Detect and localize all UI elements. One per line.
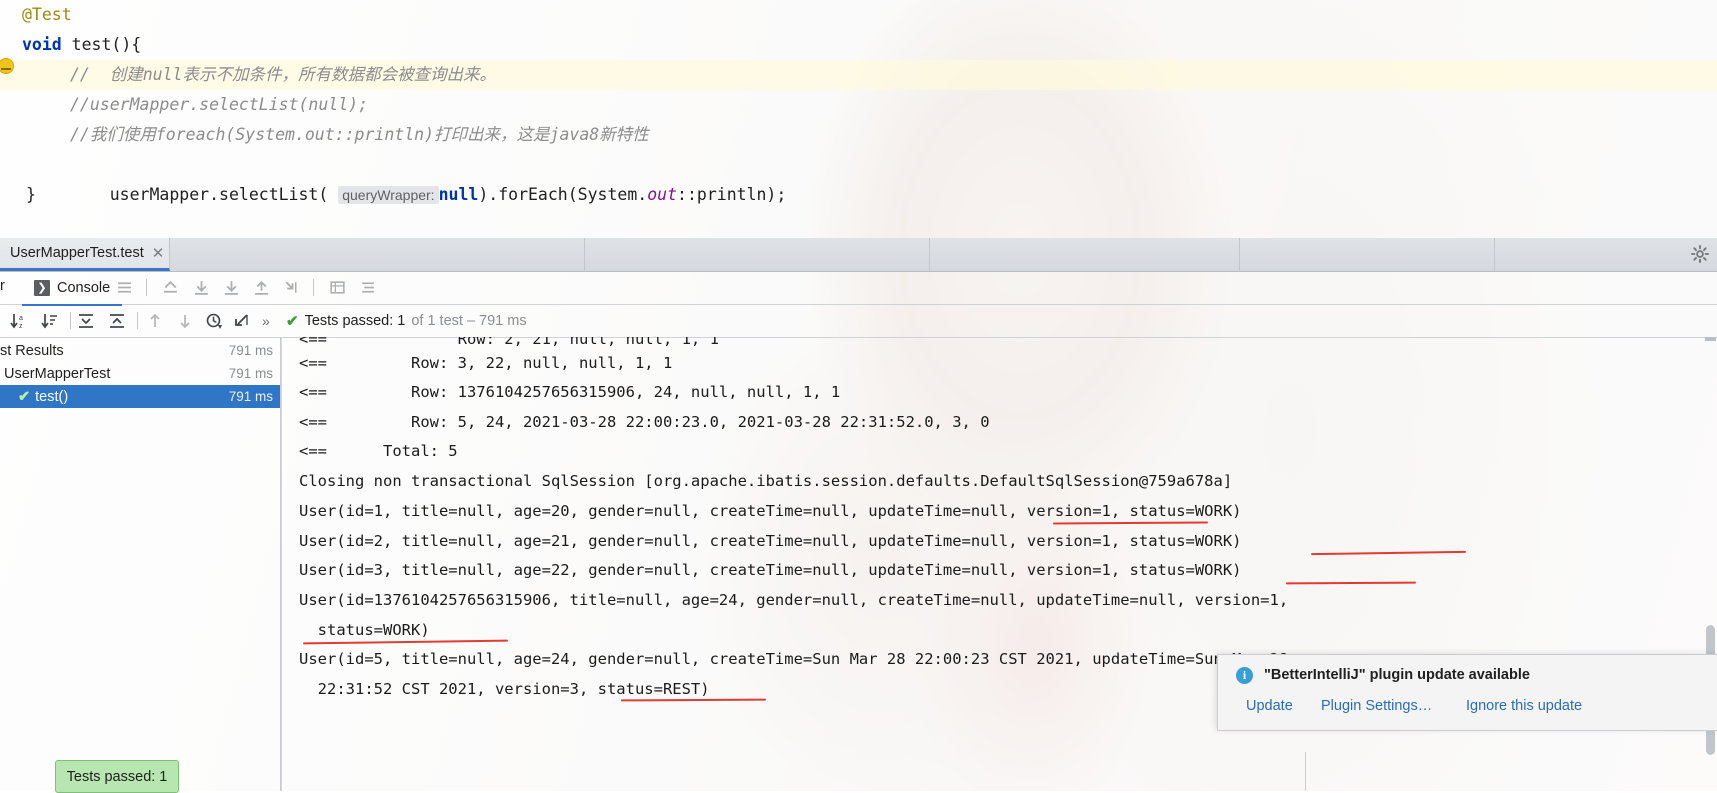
code-token: //我们使用foreach(System.out::println)打印出来，这… — [70, 125, 649, 144]
run-tab-strip: UserMapperTest.test ✕ — [0, 238, 1717, 272]
test-passed-check-icon: ✔ — [18, 388, 31, 405]
console-line: User(id=5, title=null, age=24, gender=nu… — [299, 650, 1289, 668]
notification-link-plugin-settings[interactable]: Plugin Settings… — [1321, 698, 1432, 714]
export-test-results-icon[interactable] — [233, 312, 251, 330]
sort-by-duration-icon[interactable] — [41, 312, 59, 330]
wrap-text-icon[interactable] — [116, 279, 133, 296]
editor-line[interactable]: // 创建null表示不加条件，所有数据都会被查询出来。 — [70, 60, 496, 90]
test-status-line: ✔ Tests passed: 1 of 1 test – 791 ms — [286, 312, 527, 330]
run-tab-slot-4[interactable] — [930, 238, 1240, 271]
toolbar-overflow-chevron[interactable]: » — [262, 313, 270, 329]
test-status-detail: of 1 test – 791 ms — [411, 313, 527, 329]
code-token: @Test — [22, 5, 72, 24]
check-icon: ✔ — [286, 313, 299, 330]
run-to-cursor-icon[interactable] — [283, 279, 300, 296]
notification-link-update[interactable]: Update — [1246, 698, 1293, 714]
console-line: User(id=3, title=null, age=22, gender=nu… — [299, 561, 1242, 579]
console-left-border — [281, 337, 282, 791]
step-into-icon[interactable] — [223, 279, 240, 296]
tree-row-duration: 791 ms — [228, 366, 273, 381]
editor-line[interactable]: void test(){ — [22, 30, 141, 60]
run-config-tab-label: UserMapperTest.test — [10, 245, 144, 261]
code-token: (){ — [111, 35, 142, 54]
editor-call-line[interactable]: userMapper.selectList( queryWrapper: null… — [70, 150, 786, 240]
step-down-icon[interactable] — [193, 279, 210, 296]
test-toolbar-separator-2 — [137, 312, 138, 329]
tab-console-label: Console — [57, 279, 111, 296]
expand-all-icon[interactable] — [77, 312, 95, 330]
table-view-icon[interactable] — [329, 279, 346, 296]
console-line: <== Row: 1376104257656315906, 24, null, … — [299, 383, 841, 401]
svg-text:z: z — [19, 323, 23, 330]
tree-row[interactable]: st Results 791 ms — [0, 339, 280, 362]
test-results-tree[interactable]: st Results 791 ms UserMapperTest 791 ms ✔ tes… — [0, 337, 281, 791]
status-bar-divider — [1305, 752, 1306, 791]
editor-line[interactable]: //我们使用foreach(System.out::println)打印出来，这… — [70, 120, 649, 150]
soft-wrap-icon[interactable] — [359, 279, 376, 296]
code-token: //userMapper.selectList(null); — [70, 95, 369, 114]
step-out-icon[interactable] — [253, 279, 270, 296]
editor-line[interactable]: @Test — [22, 0, 72, 30]
code-token: void — [22, 35, 72, 54]
code-token: test — [71, 35, 112, 54]
parameter-hint: queryWrapper: — [338, 186, 439, 204]
svg-text:a: a — [19, 315, 23, 322]
system-out-field: out — [647, 185, 678, 204]
run-tab-slot-2[interactable] — [170, 238, 585, 271]
console-line: Closing non transactional SqlSession [or… — [299, 472, 1233, 490]
code-token: } — [26, 185, 36, 204]
test-status-text: Tests passed: 1 — [304, 313, 406, 329]
call-suffix: ).forEach(System. — [478, 185, 648, 204]
console-toolbar: r ❯ Console — [0, 271, 1717, 306]
test-toolbar-separator — [70, 312, 71, 329]
tree-row-label: ✔ test() — [18, 388, 69, 405]
null-literal: null — [438, 185, 479, 204]
red-underline-3 — [1285, 581, 1417, 585]
gear-icon[interactable] — [1691, 245, 1709, 263]
tree-row-label: st Results — [0, 342, 64, 359]
collapse-all-icon[interactable] — [108, 312, 126, 330]
code-editor[interactable]: @Test void test(){ // 创建null表示不加条件，所有数据都会被… — [0, 0, 1717, 238]
test-results-toolbar: a z » ✔ Tests passed: 1 of 1 test – 791 … — [0, 304, 1717, 338]
code-token: // 创建null表示不加条件，所有数据都会被查询出来。 — [70, 65, 496, 84]
red-underline-5 — [620, 698, 767, 702]
close-icon[interactable]: ✕ — [152, 244, 165, 262]
run-config-tab[interactable]: UserMapperTest.test ✕ — [0, 238, 170, 271]
previous-failed-test-icon[interactable] — [146, 312, 164, 330]
sort-alphabetically-icon[interactable]: a z — [10, 312, 28, 330]
console-line: <== Row: 3, 22, null, null, 1, 1 — [299, 354, 673, 372]
call-tail: ::println); — [677, 185, 787, 204]
run-tab-slot-3[interactable] — [585, 238, 930, 271]
tab-console[interactable]: ❯ Console — [22, 271, 123, 306]
editor-line[interactable]: } — [26, 180, 36, 210]
next-failed-test-icon[interactable] — [176, 312, 194, 330]
red-underline-2 — [1310, 550, 1467, 556]
tree-row[interactable]: UserMapperTest 791 ms — [0, 362, 280, 385]
notification-popup[interactable]: i "BetterIntelliJ" plugin update availab… — [1217, 654, 1717, 731]
test-history-icon[interactable] — [205, 312, 223, 330]
console-line: <== Total: 5 — [299, 442, 458, 460]
notification-title: "BetterIntelliJ" plugin update available — [1264, 667, 1530, 683]
toolbar-separator-2 — [313, 279, 314, 296]
scrollbar-top-marker — [1705, 337, 1716, 341]
run-tab-slot-5[interactable] — [1240, 238, 1495, 271]
tree-row[interactable]: ✔ test() 791 ms — [0, 385, 280, 408]
console-icon: ❯ — [34, 279, 50, 296]
editor-line[interactable]: //userMapper.selectList(null); — [70, 90, 368, 120]
scroll-up-icon[interactable] — [162, 279, 179, 296]
console-line: <== Row: 5, 24, 2021-03-28 22:00:23.0, 2… — [299, 413, 990, 431]
tree-row-duration: 791 ms — [228, 343, 273, 358]
call-prefix: userMapper.selectList( — [109, 185, 339, 204]
console-line: User(id=2, title=null, age=21, gender=nu… — [299, 532, 1242, 550]
tree-row-duration: 791 ms — [228, 389, 273, 404]
notification-link-ignore-this-update[interactable]: Ignore this update — [1466, 698, 1582, 714]
tree-row-label: UserMapperTest — [4, 365, 111, 382]
info-icon: i — [1236, 667, 1253, 684]
left-tab-stub[interactable]: r — [0, 278, 5, 294]
console-line: User(id=1376104257656315906, title=null,… — [299, 591, 1289, 609]
toolbar-separator — [146, 279, 147, 296]
status-badge: Tests passed: 1 — [55, 760, 179, 793]
